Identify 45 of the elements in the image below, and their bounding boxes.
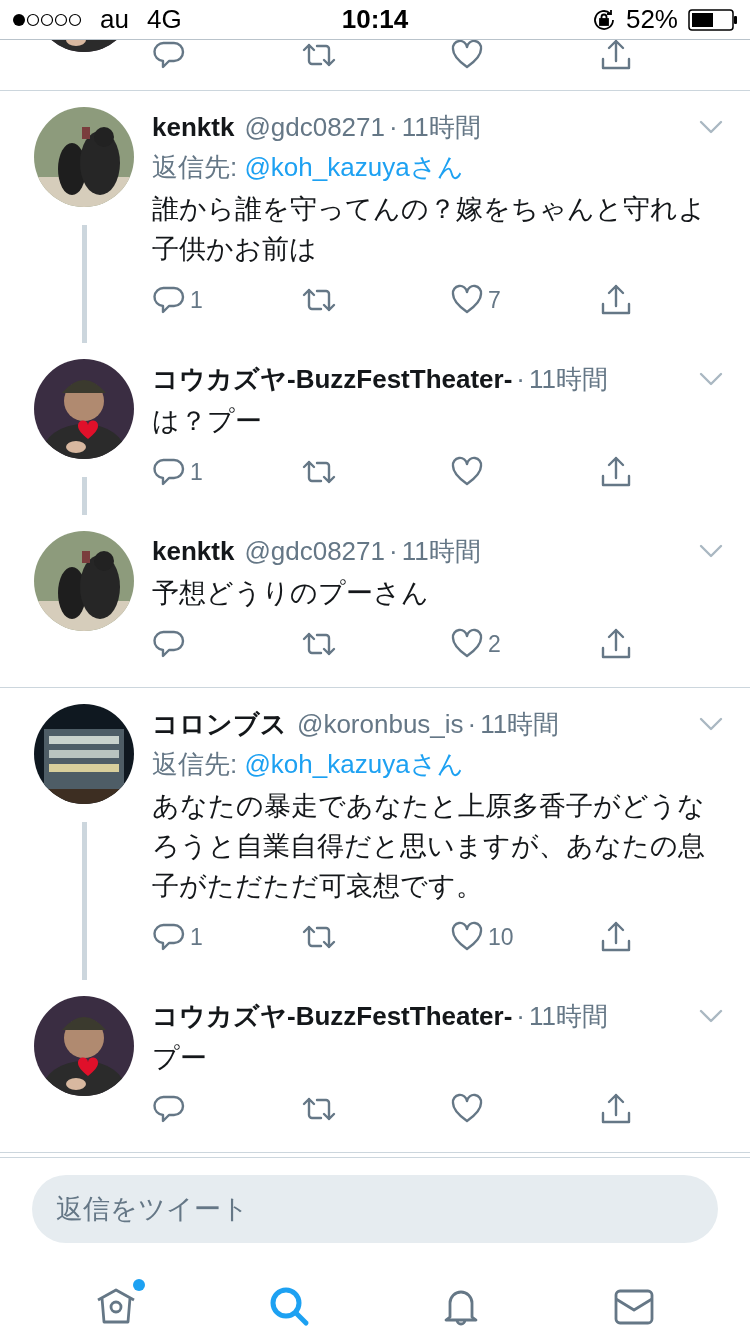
timestamp: 11時間 [529, 999, 609, 1033]
user-handle: @koronbus_is [297, 708, 464, 740]
user-handle: @gdc08271 [244, 111, 385, 143]
timestamp: 11時間 [529, 362, 609, 396]
rotation-lock-icon [591, 7, 616, 32]
user-name[interactable]: コロンブス [152, 706, 287, 742]
carrier: au [100, 4, 129, 35]
clock: 10:14 [341, 4, 409, 34]
tweet-text: あなたの暴走であなたと上原多香子がどうなろうと自業自得だと思いますが、あなたの息子がただただ可哀想です。 [152, 790, 706, 903]
separator-dot: · [389, 535, 398, 567]
user-name[interactable]: コウカズヤ-BuzzFestTheater- [152, 998, 513, 1034]
user-name[interactable]: コウカズヤ-BuzzFestTheater- [152, 361, 513, 397]
share-icon[interactable] [599, 1092, 633, 1126]
share-icon[interactable] [599, 38, 633, 72]
tweet-text: は？プー [152, 405, 263, 438]
timestamp: 11時間 [401, 534, 481, 568]
separator-dot: · [467, 708, 477, 740]
separator-dot: · [389, 111, 398, 143]
like-count: 7 [488, 286, 501, 314]
separator-dot: · [516, 363, 526, 395]
battery-percent: 52% [625, 4, 678, 35]
network-type: 4G [146, 4, 182, 35]
share-icon[interactable] [599, 283, 633, 317]
tweet-text: 誰から誰を守ってんの？嫁をちゃんと守れよ子供かお前は [152, 193, 707, 266]
reply-to-label: 返信先: [152, 749, 238, 779]
reply-field[interactable]: 返信をツイート [32, 1175, 718, 1243]
reply-count: 1 [190, 286, 203, 314]
user-name[interactable]: kenktk [152, 535, 235, 567]
like-count: 10 [488, 923, 514, 951]
like-count: 2 [488, 630, 501, 658]
battery-icon [688, 8, 738, 31]
timestamp: 11時間 [480, 707, 560, 741]
share-icon[interactable] [599, 455, 633, 489]
user-handle: @gdc08271 [244, 535, 385, 567]
share-icon[interactable] [599, 627, 633, 661]
reply-to-label: 返信先: [152, 152, 238, 182]
separator-dot: · [516, 1000, 526, 1032]
share-icon[interactable] [599, 920, 633, 954]
tweet-text: 予想どうりのプーさん [152, 577, 430, 610]
reply-count: 1 [190, 923, 203, 951]
tweet-text: プー [152, 1042, 208, 1075]
reply-count: 1 [190, 458, 203, 486]
user-name[interactable]: kenktk [152, 111, 235, 143]
signal-icon [12, 12, 82, 27]
timestamp: 11時間 [401, 110, 481, 144]
